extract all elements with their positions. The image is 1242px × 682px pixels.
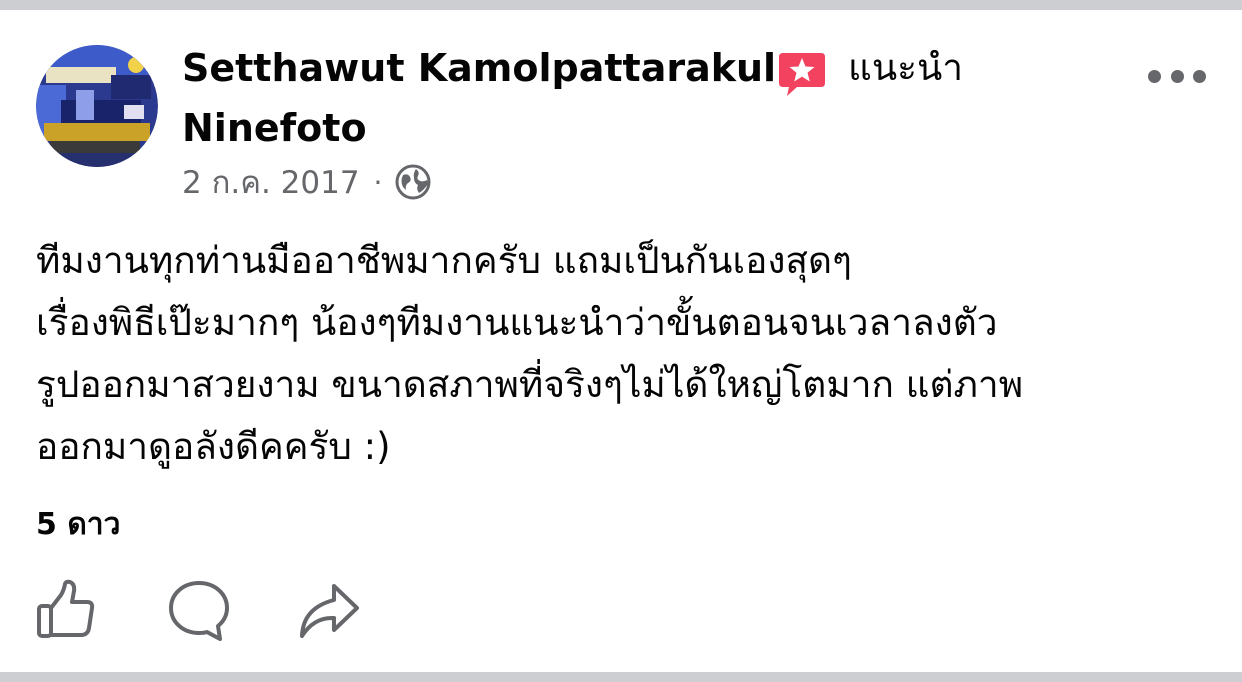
post-meta: 2 ก.ค. 2017 ·: [182, 160, 432, 204]
recommend-badge-icon: [777, 49, 827, 99]
like-button[interactable]: [34, 578, 100, 644]
post-body-line: ทีมงานทุกท่านมืออาชีพมากครับ แถมเป็นกันเ…: [36, 239, 852, 282]
author-name[interactable]: Setthawut Kamolpattarakul: [182, 44, 782, 92]
meta-separator: ·: [373, 165, 383, 199]
share-icon: [300, 584, 359, 638]
more-dot: [1193, 69, 1206, 83]
like-icon: [37, 579, 95, 638]
share-button[interactable]: [296, 578, 362, 644]
bottom-divider: [0, 672, 1242, 682]
post-body: ทีมงานทุกท่านมืออาชีพมากครับ แถมเป็นกันเ…: [36, 230, 1216, 478]
post-date[interactable]: 2 ก.ค. 2017: [182, 157, 360, 207]
recommends-label: แนะนำ: [848, 46, 964, 89]
more-dot: [1148, 69, 1161, 83]
globe-icon: [395, 164, 431, 200]
more-options-icon[interactable]: [1148, 58, 1206, 94]
post-body-line: เรื่องพิธีเป๊ะมากๆ น้องๆทีมงานแนะนำว่าขั…: [36, 301, 998, 344]
comment-icon: [169, 581, 229, 641]
page-name[interactable]: Ninefoto: [182, 104, 367, 152]
comment-button[interactable]: [166, 578, 232, 644]
avatar-image: [36, 45, 158, 167]
top-divider: [0, 0, 1242, 10]
post-body-line: ออกมาดูอลังดีคครับ :): [36, 425, 391, 468]
post-body-line: รูปออกมาสวยงาม ขนาดสภาพที่จริงๆไม่ได้ใหญ…: [36, 363, 1024, 406]
avatar[interactable]: [36, 45, 158, 167]
rating-text[interactable]: 5 ดาว: [36, 505, 121, 545]
more-dot: [1170, 69, 1184, 83]
